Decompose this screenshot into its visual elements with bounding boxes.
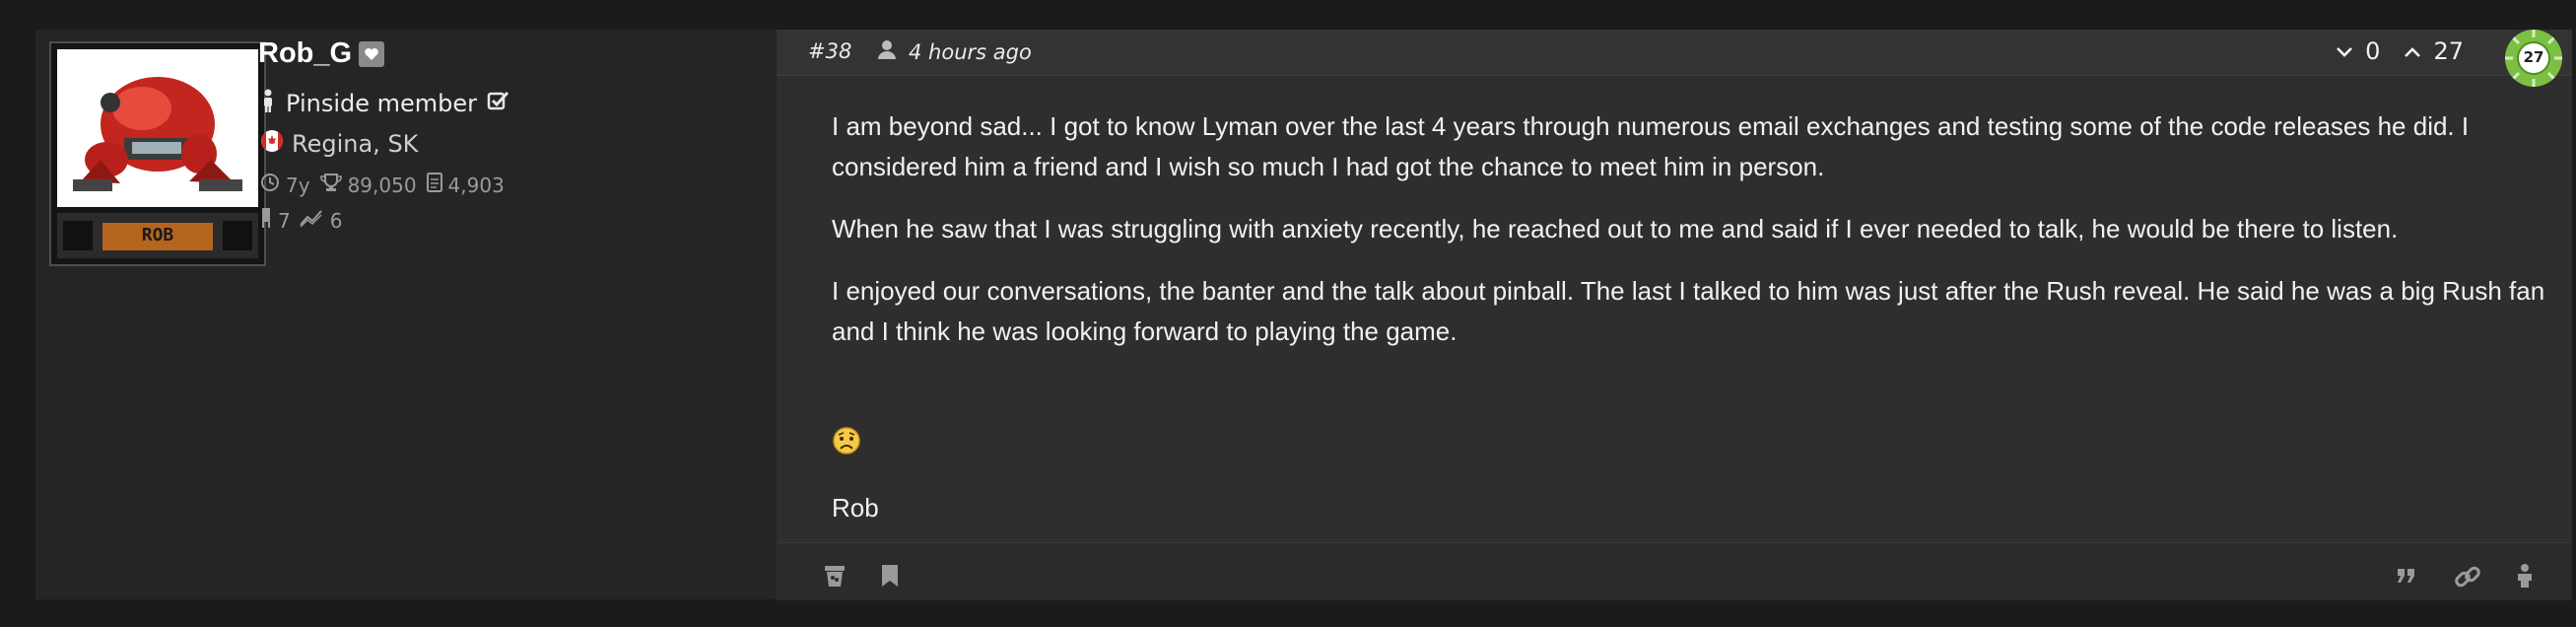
user-stats: 7y 89,050 4,903 — [260, 173, 505, 197]
trash-icon[interactable] — [822, 563, 849, 591]
post-number[interactable]: #38 — [808, 39, 851, 63]
post-footer — [777, 542, 2572, 600]
user-points: 89,050 — [347, 173, 417, 197]
trophy-icon — [319, 173, 342, 197]
location-text: Regina, SK — [292, 130, 419, 158]
member-years: 7y — [286, 173, 310, 197]
member-role: Pinside member — [286, 90, 478, 117]
avatar[interactable]: ROB — [49, 41, 266, 266]
user-posts: 4,903 — [447, 173, 505, 197]
document-icon — [426, 173, 442, 197]
pinball-machine-icon — [260, 207, 272, 234]
downvote-count: 0 — [2365, 37, 2381, 65]
worried-face-icon — [832, 426, 861, 455]
canada-flag-icon — [260, 129, 284, 159]
location: Regina, SK — [260, 129, 418, 159]
user-trades: 6 — [329, 208, 343, 233]
downvote-icon[interactable] — [2336, 37, 2353, 65]
upvote-count: 27 — [2433, 37, 2464, 65]
trade-icon — [299, 208, 324, 233]
avatar-label: ROB — [141, 225, 174, 245]
vote-controls: 0 27 — [2336, 37, 2464, 65]
post-header: #38 4 hours ago 0 27 — [777, 30, 2572, 76]
level-number: 27 — [2523, 48, 2544, 66]
post-paragraph: When he saw that I was struggling with a… — [832, 214, 2399, 244]
user-icon — [877, 39, 897, 64]
forum-post: ROB Rob_G Pinside member Regina, SK 7y 8… — [35, 30, 2572, 600]
member-status: Pinside member — [260, 89, 510, 118]
link-icon[interactable] — [2454, 563, 2481, 591]
report-user-icon[interactable] — [2513, 563, 2541, 591]
post-paragraph: I enjoyed our conversations, the banter … — [832, 276, 2545, 346]
upvote-icon[interactable] — [2404, 37, 2421, 65]
username[interactable]: Rob_G — [258, 37, 352, 70]
post-body: I am beyond sad... I got to know Lyman o… — [832, 106, 2566, 374]
quote-icon[interactable] — [2395, 563, 2422, 591]
user-machines: 7 — [278, 208, 291, 233]
post-time: 4 hours ago — [877, 39, 1032, 64]
author-sidebar: ROB Rob_G Pinside member Regina, SK 7y 8… — [35, 30, 777, 599]
clock-icon — [260, 173, 280, 197]
heart-badge-icon[interactable] — [359, 41, 384, 67]
bookmark-icon[interactable] — [879, 563, 907, 591]
post-time-text: 4 hours ago — [909, 39, 1032, 64]
level-badge[interactable]: 27 — [2503, 28, 2564, 89]
verified-check-icon — [487, 90, 510, 117]
post-signature: Rob — [832, 493, 879, 522]
person-icon — [260, 89, 276, 118]
post-paragraph: I am beyond sad... I got to know Lyman o… — [832, 111, 2470, 181]
user-stats-secondary: 7 6 — [260, 207, 342, 234]
